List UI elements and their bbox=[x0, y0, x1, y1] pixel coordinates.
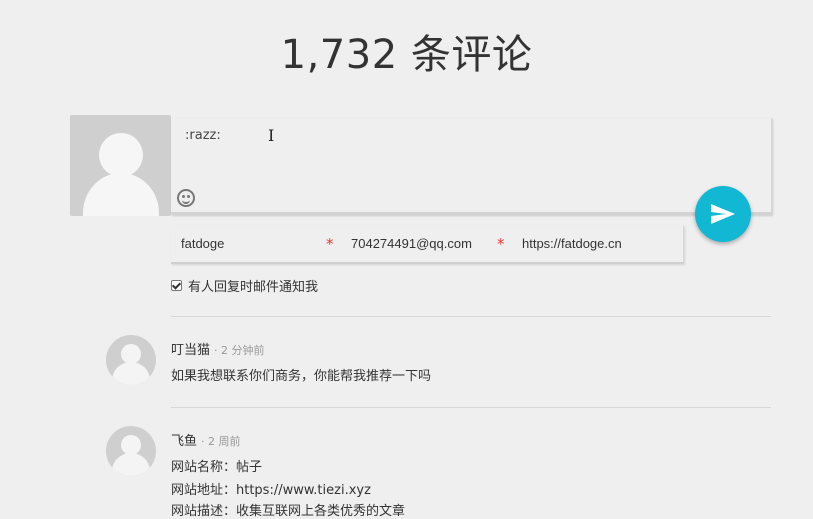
email-required-mark: * bbox=[497, 235, 505, 253]
comment-time: · 2 周前 bbox=[201, 435, 241, 448]
name-field[interactable]: fatdoge bbox=[181, 236, 224, 251]
divider bbox=[171, 407, 771, 408]
send-button[interactable] bbox=[695, 186, 751, 242]
notify-checkbox[interactable] bbox=[171, 280, 182, 291]
send-icon bbox=[711, 204, 735, 224]
divider bbox=[171, 316, 771, 317]
name-required-mark: * bbox=[326, 235, 334, 253]
comment-author: 飞鱼 · 2 周前 bbox=[171, 430, 241, 449]
comment-text-line: 网站名称：帖子 bbox=[171, 460, 263, 475]
current-user-avatar bbox=[70, 115, 171, 216]
website-field[interactable]: https://fatdoge.cn bbox=[522, 236, 622, 251]
avatar[interactable] bbox=[106, 335, 156, 385]
comment-text-line: 网站地址：https://www.tiezi.xyz bbox=[171, 483, 371, 498]
emoji-icon[interactable] bbox=[177, 189, 195, 207]
author-name[interactable]: 叮当猫 bbox=[171, 343, 210, 358]
comment-text-line: 网站描述：收集互联网上各类优秀的文章 bbox=[171, 504, 406, 519]
author-name[interactable]: 飞鱼 bbox=[171, 434, 197, 449]
email-field[interactable]: 704274491@qq.com bbox=[351, 236, 472, 251]
comment-time: · 2 分钟前 bbox=[214, 344, 265, 357]
notify-label: 有人回复时邮件通知我 bbox=[188, 280, 319, 295]
text-cursor-icon: I bbox=[268, 126, 275, 145]
comment-text: :razz: bbox=[185, 128, 221, 143]
comment-textarea[interactable]: :razz: I bbox=[171, 118, 772, 215]
notify-option: 有人回复时邮件通知我 bbox=[171, 276, 318, 295]
commenter-info-fields: fatdoge * 704274491@qq.com * https://fat… bbox=[171, 226, 684, 264]
avatar[interactable] bbox=[106, 426, 156, 476]
page-title: 1,732 条评论 bbox=[280, 32, 533, 78]
comment-text: 如果我想联系你们商务，你能帮我推荐一下吗 bbox=[171, 369, 432, 384]
comment-author: 叮当猫 · 2 分钟前 bbox=[171, 339, 265, 358]
